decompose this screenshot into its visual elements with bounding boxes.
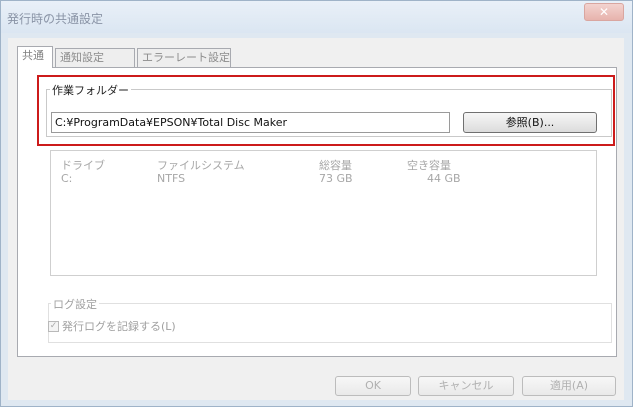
column-header-free[interactable]: 空き容量 [407, 157, 451, 173]
tab-notification[interactable]: 通知設定 [55, 48, 135, 68]
tab-common[interactable]: 共通 [17, 46, 53, 68]
filesystem-cell: NTFS [157, 172, 186, 185]
column-header-drive[interactable]: ドライブ [61, 157, 105, 173]
drive-list[interactable]: ドライブ ファイルシステム 総容量 空き容量 C: NTFS 73 GB 44 … [50, 150, 597, 276]
work-folder-legend: 作業フォルダー [50, 82, 131, 98]
log-checkbox[interactable]: ✓ [48, 320, 59, 332]
ok-button[interactable]: OK [335, 376, 411, 396]
apply-button[interactable]: 適用(A) [522, 376, 616, 396]
cancel-button[interactable]: キャンセル [418, 376, 514, 396]
close-button[interactable]: ✕ [584, 3, 624, 21]
log-settings-legend: ログ設定 [51, 296, 99, 312]
column-header-total[interactable]: 総容量 [319, 157, 352, 173]
column-header-filesystem[interactable]: ファイルシステム [157, 157, 245, 173]
title-bar[interactable]: 発行時の共通設定 ✕ [1, 1, 632, 33]
log-checkbox-row[interactable]: ✓ 発行ログを記録する(L) [48, 318, 176, 334]
work-folder-path-field[interactable]: C:¥ProgramData¥EPSON¥Total Disc Maker [51, 112, 450, 133]
log-checkbox-label[interactable]: 発行ログを記録する(L) [62, 318, 176, 334]
close-icon: ✕ [598, 5, 610, 19]
free-size-cell: 44 GB [427, 172, 461, 185]
drive-name-cell[interactable]: C: [61, 172, 72, 185]
tab-error-rate[interactable]: エラーレート設定 [137, 48, 231, 68]
browse-button[interactable]: 参照(B)... [463, 112, 597, 133]
total-size-cell: 73 GB [319, 172, 353, 185]
window-title: 発行時の共通設定 [7, 12, 104, 26]
